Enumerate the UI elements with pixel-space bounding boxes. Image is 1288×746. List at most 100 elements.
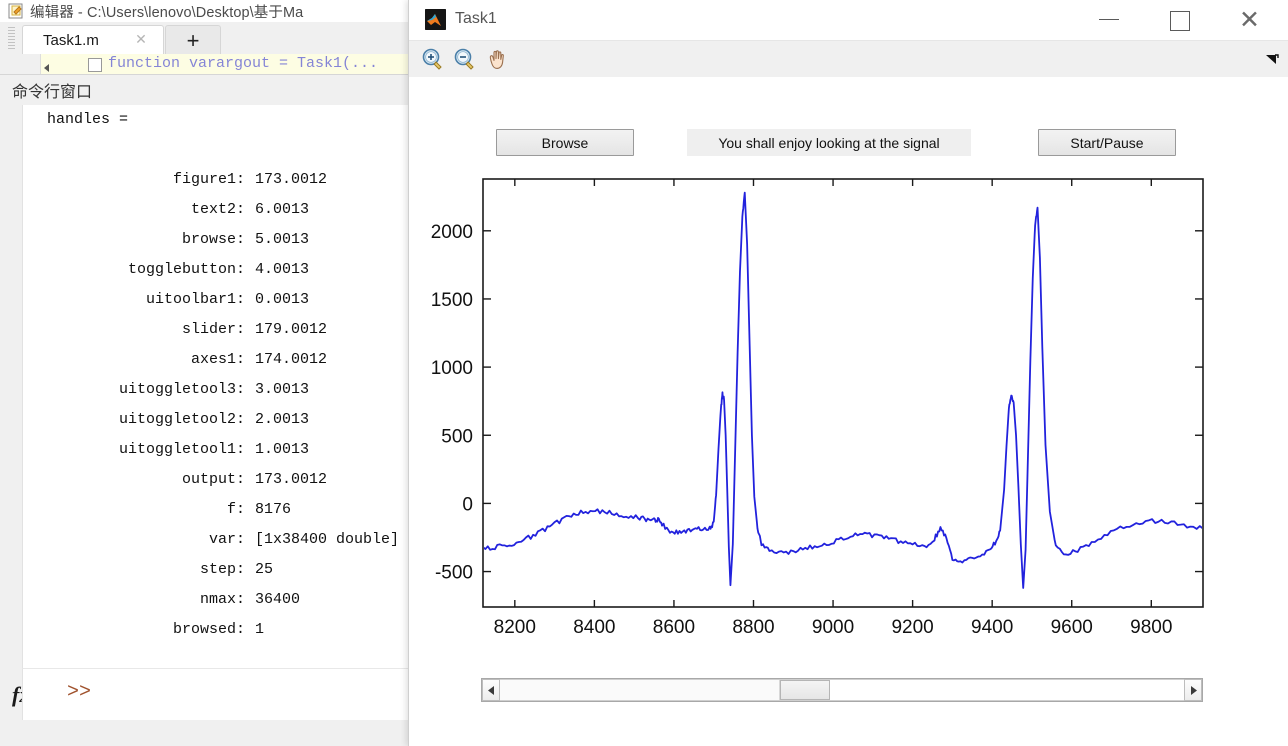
command-window-title: 命令行窗口: [12, 82, 93, 101]
output-header: handles =: [47, 111, 129, 128]
editor-window-title: 编辑器 - C:\Users\lenovo\Desktop\基于Ma: [30, 4, 304, 21]
handles-field-value: 0.0013: [255, 291, 310, 308]
handles-field-row: axes1: 174.0012: [23, 345, 410, 375]
x-tick-label: 8600: [653, 617, 695, 638]
editor-tab-label: Task1.m: [43, 32, 99, 49]
code-preview-line: function varargout = Task1(...: [108, 55, 379, 72]
handles-field-row: uitoggletool3: 3.0013: [23, 375, 410, 405]
handles-field-value: 1: [255, 621, 265, 638]
command-window-rail: [0, 105, 22, 668]
handles-field-row: output: 173.0012: [23, 465, 410, 495]
handles-struct-list: figure1: 173.0012 text2: 6.0013 browse: 5.001…: [23, 165, 410, 645]
handles-field-value: 1.0013: [255, 441, 310, 458]
handles-field-row: uitoggletool2: 2.0013: [23, 405, 410, 435]
handles-field-value: 3.0013: [255, 381, 310, 398]
figure-window-task1: Task1 ✕ Browse You shall enjoy looking a…: [408, 0, 1288, 746]
command-window-header: 命令行窗口: [0, 75, 410, 106]
output-blank-line: [23, 135, 410, 165]
close-icon[interactable]: ✕: [135, 32, 147, 46]
y-tick-label: 0: [462, 494, 473, 515]
handles-field-row: togglebutton: 4.0013: [23, 255, 410, 285]
command-prompt-area[interactable]: >>: [22, 668, 410, 721]
tabstrip-grip[interactable]: [8, 27, 15, 49]
matlab-desktop: 编辑器 - C:\Users\lenovo\Desktop\基于Ma Task1…: [0, 0, 410, 746]
screen-root: 编辑器 - C:\Users\lenovo\Desktop\基于Ma Task1…: [0, 0, 1288, 746]
pan-hand-icon[interactable]: [483, 46, 511, 74]
handles-field-row: slider: 179.0012: [23, 315, 410, 345]
signal-plot-axes[interactable]: 8200 8400 8600 8800 9000 9200 9400 9600 9800 -500…: [409, 77, 1288, 657]
editor-titlebar: 编辑器 - C:\Users\lenovo\Desktop\基于Ma: [0, 0, 410, 22]
handles-field-name: nmax:: [199, 591, 245, 608]
handles-field-name: figure1:: [172, 171, 245, 188]
handles-field-name: var:: [208, 531, 245, 548]
handles-field-row: var: [1x38400 double]: [23, 525, 410, 555]
handles-field-value: 25: [255, 561, 274, 578]
handles-field-name: togglebutton:: [127, 261, 245, 278]
handles-field-name: uitoggletool2:: [118, 411, 245, 428]
editor-tab-task1[interactable]: Task1.m ✕: [22, 25, 164, 55]
handles-field-value: [1x38400 double]: [255, 531, 400, 548]
handles-field-name: axes1:: [190, 351, 245, 368]
overflow-arrow-icon[interactable]: [1263, 51, 1281, 69]
handles-field-name: slider:: [181, 321, 245, 338]
x-tick-label: 8200: [494, 617, 536, 638]
handles-field-value: 36400: [255, 591, 301, 608]
code-gutter: [0, 54, 41, 74]
x-tick-label: 9800: [1130, 617, 1172, 638]
new-tab-button[interactable]: +: [165, 25, 221, 55]
handles-field-row: browsed: 1: [23, 615, 410, 645]
handles-field-row: uitoggletool1: 1.0013: [23, 435, 410, 465]
editor-tabstrip: Task1.m ✕ +: [0, 22, 410, 55]
x-tick-label: 9400: [971, 617, 1013, 638]
signal-scroll-slider[interactable]: [481, 678, 1203, 702]
caret-icon: [44, 64, 49, 72]
handles-field-value: 8176: [255, 501, 292, 518]
handles-field-name: browse:: [181, 231, 245, 248]
handles-field-row: browse: 5.0013: [23, 225, 410, 255]
close-icon[interactable]: ✕: [1227, 0, 1273, 40]
handles-field-name: step:: [199, 561, 245, 578]
handles-field-row: nmax: 36400: [23, 585, 410, 615]
y-tick-label: 1000: [431, 358, 473, 379]
document-icon: [8, 3, 24, 19]
handles-field-name: uitoggletool1:: [118, 441, 245, 458]
handles-field-value: 179.0012: [255, 321, 328, 338]
handles-field-value: 2.0013: [255, 411, 310, 428]
figure-toolbar: [409, 40, 1288, 79]
handles-field-row: text2: 6.0013: [23, 195, 410, 225]
x-tick-label: 8400: [573, 617, 615, 638]
handles-field-value: 4.0013: [255, 261, 310, 278]
signal-plot-svg: 8200 8400 8600 8800 9000 9200 9400 9600 9800 -500…: [431, 178, 1204, 638]
slider-thumb[interactable]: [780, 680, 831, 700]
zoom-out-icon[interactable]: [451, 46, 479, 74]
x-tick-label: 8800: [732, 617, 774, 638]
x-tick-label: 9000: [812, 617, 854, 638]
handles-field-value: 6.0013: [255, 201, 310, 218]
maximize-icon[interactable]: [1157, 0, 1203, 40]
fx-rail: fx: [0, 668, 36, 720]
y-tick-label: 500: [441, 426, 473, 447]
zoom-in-icon[interactable]: [419, 46, 447, 74]
x-tick-label: 9600: [1051, 617, 1093, 638]
command-window-output[interactable]: handles = figure1: 173.0012 text2: 6.0013 br…: [22, 105, 410, 668]
y-tick-label: 1500: [431, 290, 473, 311]
slider-track[interactable]: [500, 679, 1184, 701]
code-fold-icon[interactable]: [88, 58, 102, 72]
arrow-right-icon[interactable]: [1184, 679, 1202, 701]
prompt-symbol: >>: [67, 681, 92, 704]
handles-field-value: 174.0012: [255, 351, 328, 368]
handles-field-name: f:: [226, 501, 245, 518]
minimize-icon[interactable]: [1087, 0, 1133, 40]
arrow-left-icon[interactable]: [482, 679, 500, 701]
figure-window-title: Task1: [455, 10, 497, 27]
handles-field-name: output:: [181, 471, 245, 488]
handles-field-value: 5.0013: [255, 231, 310, 248]
x-tick-label: 9200: [891, 617, 933, 638]
handles-field-name: uitoggletool3:: [118, 381, 245, 398]
matlab-logo-icon: [425, 9, 446, 30]
handles-field-row: f: 8176: [23, 495, 410, 525]
handles-field-value: 173.0012: [255, 171, 328, 188]
handles-field-name: browsed:: [172, 621, 245, 638]
slider-left-fill: [500, 680, 781, 700]
figure-titlebar[interactable]: Task1 ✕: [409, 0, 1288, 41]
